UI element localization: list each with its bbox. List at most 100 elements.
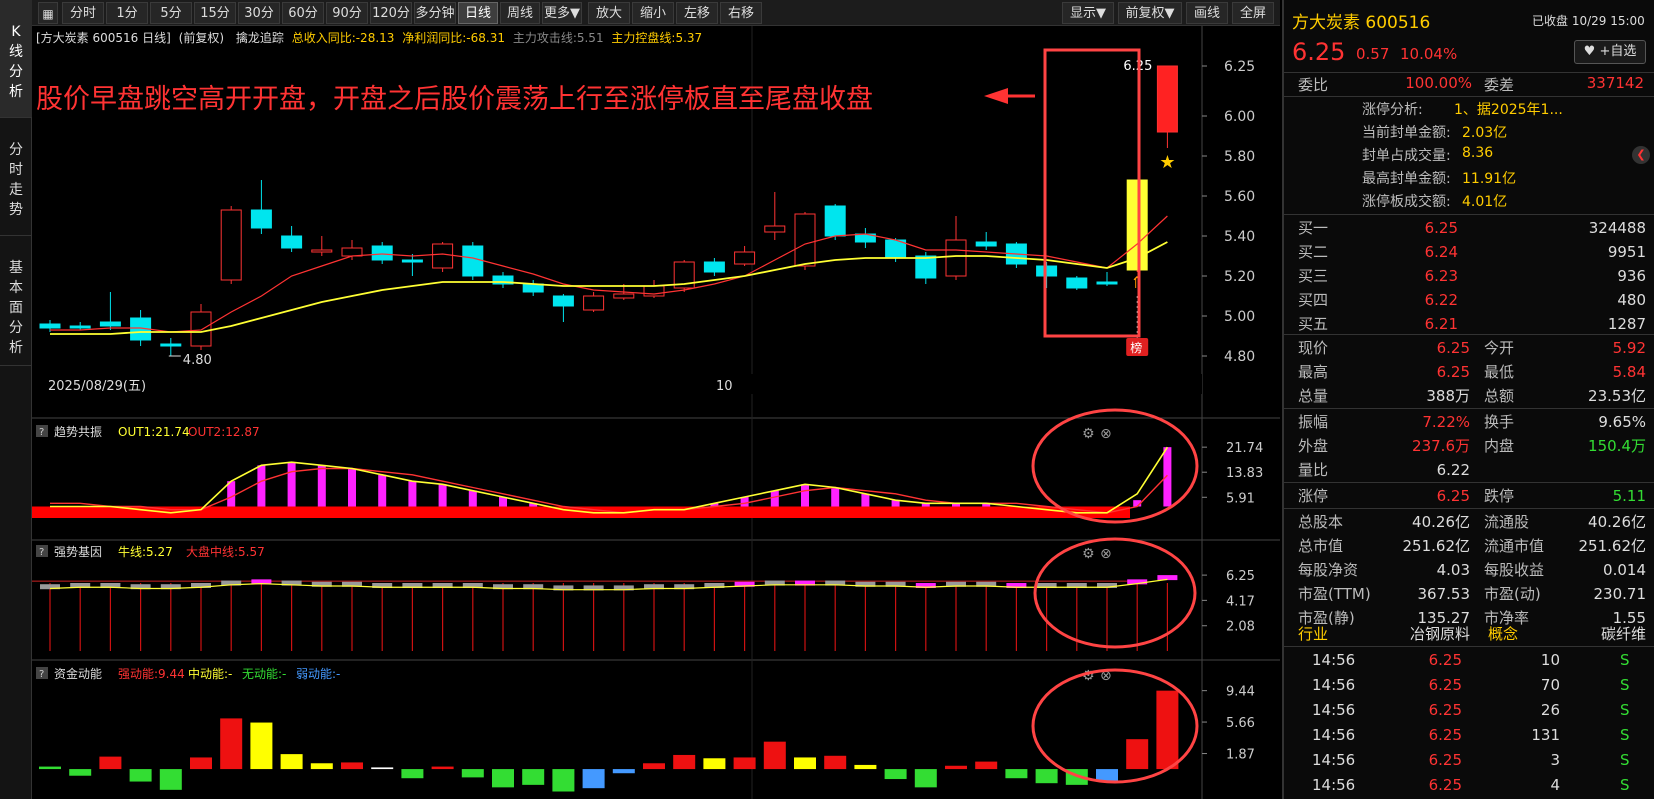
bid-price: 6.21 bbox=[1424, 315, 1458, 333]
stat-label: 每股净资 bbox=[1298, 561, 1359, 579]
period-5分[interactable]: 5分 bbox=[150, 2, 192, 24]
sub-axis-label: 1.87 bbox=[1226, 748, 1255, 763]
left-tab-3[interactable]: 基本面分析 bbox=[0, 236, 32, 366]
left-tab-char: 基 bbox=[9, 260, 23, 276]
gear-icon[interactable]: ⚙ bbox=[1082, 668, 1095, 684]
candle-body bbox=[824, 205, 846, 237]
sub3-strong: 强动能:9.44 bbox=[118, 667, 185, 681]
price-axis-label: 5.00 bbox=[1224, 309, 1255, 325]
tool-前复权▼[interactable]: 前复权▼ bbox=[1118, 2, 1182, 24]
limit-analysis-value: 1、据2025年1... bbox=[1454, 102, 1563, 118]
sub-axis-label: 4.17 bbox=[1226, 594, 1255, 609]
grid-icon[interactable]: ▦ bbox=[38, 2, 58, 24]
period-日线[interactable]: 日线 bbox=[458, 2, 498, 24]
sub3-bar bbox=[159, 769, 182, 790]
sub1-bar bbox=[287, 462, 296, 507]
bid-volume: 1287 bbox=[1607, 315, 1646, 333]
candle-body bbox=[764, 225, 786, 233]
bid-label: 买五 bbox=[1298, 315, 1329, 333]
period-120分[interactable]: 120分 bbox=[370, 2, 412, 24]
period-更多▼[interactable]: 更多▼ bbox=[542, 2, 582, 24]
sub3-mid: 中动能:- bbox=[188, 666, 232, 681]
tool-缩小[interactable]: 缩小 bbox=[632, 2, 674, 24]
tick-price: 6.25 bbox=[1428, 701, 1462, 719]
sub3-bar bbox=[673, 754, 696, 770]
sub1-bar bbox=[348, 468, 356, 507]
sub3-weak: 弱动能:- bbox=[296, 667, 340, 681]
stat-label: 流通股 bbox=[1484, 513, 1530, 531]
tool-画线[interactable]: 画线 bbox=[1186, 2, 1228, 24]
sub2-bull: 牛线:5.27 bbox=[118, 544, 173, 559]
add-watchlist-button[interactable]: ♥ +自选 bbox=[1574, 40, 1646, 64]
concept-value[interactable]: 碳纤维 bbox=[1574, 622, 1646, 646]
tick-volume: 70 bbox=[1540, 676, 1560, 694]
period-30分[interactable]: 30分 bbox=[238, 2, 280, 24]
tick-time: 14:56 bbox=[1312, 776, 1356, 794]
candle-body bbox=[552, 295, 574, 307]
sub1-bar bbox=[468, 490, 477, 507]
sub2-name: 强势基因 bbox=[54, 545, 102, 559]
tool-放大[interactable]: 放大 bbox=[588, 2, 630, 24]
tool-左移[interactable]: 左移 bbox=[676, 2, 718, 24]
period-多分钟[interactable]: 多分钟 bbox=[414, 2, 456, 24]
candle-body bbox=[794, 213, 816, 267]
star-icon[interactable]: ★ bbox=[1159, 152, 1175, 173]
tool-全屏[interactable]: 全屏 bbox=[1232, 2, 1274, 24]
rocket-icon[interactable]: ⇑ bbox=[1130, 273, 1143, 292]
period-15分[interactable]: 15分 bbox=[194, 2, 236, 24]
stat-value: 230.71 bbox=[1593, 585, 1647, 603]
candle-body bbox=[190, 311, 212, 347]
sub1-bar bbox=[257, 465, 266, 507]
gear-icon[interactable]: ⚙ bbox=[1082, 546, 1095, 562]
tick-price: 6.25 bbox=[1428, 651, 1462, 669]
left-tab-1[interactable]: K线分析 bbox=[0, 0, 32, 118]
sub3-bar bbox=[129, 769, 152, 782]
period-分时[interactable]: 分时 bbox=[62, 2, 104, 24]
stat-label: 换手 bbox=[1484, 413, 1515, 431]
price-pct: 10.04% bbox=[1400, 45, 1458, 63]
stat-value: 237.6万 bbox=[1412, 437, 1470, 455]
price-axis-label: 5.40 bbox=[1224, 229, 1255, 245]
collapse-arrow-icon[interactable]: ❮ bbox=[1632, 146, 1650, 164]
candle-body bbox=[1066, 277, 1088, 289]
stat-value: 5.92 bbox=[1612, 339, 1646, 357]
tick-time: 14:56 bbox=[1312, 751, 1356, 769]
period-60分[interactable]: 60分 bbox=[282, 2, 324, 24]
tool-右移[interactable]: 右移 bbox=[720, 2, 762, 24]
sub3-bar bbox=[341, 762, 363, 770]
tick-side: S bbox=[1620, 776, 1630, 794]
sub3-bar bbox=[703, 758, 726, 770]
period-1分[interactable]: 1分 bbox=[106, 2, 148, 24]
period-周线[interactable]: 周线 bbox=[500, 2, 540, 24]
current-price: 6.25 bbox=[1292, 38, 1346, 66]
period-90分[interactable]: 90分 bbox=[326, 2, 368, 24]
sub3-bar bbox=[461, 769, 484, 778]
sub3-bar bbox=[1126, 739, 1149, 770]
tick-price: 6.25 bbox=[1428, 726, 1462, 744]
sub3-bar bbox=[824, 755, 847, 770]
close-icon[interactable]: ⊗ bbox=[1100, 546, 1112, 562]
candle-body bbox=[69, 325, 91, 329]
industry-value[interactable]: 冶钢原料 bbox=[1394, 622, 1470, 646]
limit-analysis-key: 涨停分析: bbox=[1362, 102, 1423, 118]
gear-icon[interactable]: ⚙ bbox=[1082, 426, 1095, 442]
sub2-market: 大盘中线:5.57 bbox=[186, 544, 265, 559]
candle-body bbox=[39, 323, 61, 329]
stat-label: 外盘 bbox=[1298, 437, 1329, 455]
indicator-name[interactable]: 擒龙追踪 bbox=[236, 31, 284, 45]
sub1-bar bbox=[740, 497, 749, 507]
sub1-bar bbox=[861, 493, 870, 507]
tick-volume: 26 bbox=[1540, 701, 1560, 719]
left-tab-char: 分 bbox=[9, 142, 23, 158]
bid-price: 6.25 bbox=[1424, 219, 1458, 237]
stat-label: 量比 bbox=[1298, 461, 1329, 479]
sub1-name: 趋势共振 bbox=[54, 425, 102, 439]
sub-axis-label: 5.91 bbox=[1226, 491, 1255, 506]
left-tab-2[interactable]: 分时走势 bbox=[0, 118, 32, 236]
sub3-bar bbox=[643, 763, 665, 770]
stat-value: 251.62亿 bbox=[1578, 537, 1647, 555]
bid-label: 买三 bbox=[1298, 267, 1329, 285]
annotation-arrow-head bbox=[984, 88, 1008, 104]
close-icon[interactable]: ⊗ bbox=[1100, 426, 1112, 442]
tool-显示▼[interactable]: 显示▼ bbox=[1062, 2, 1114, 24]
